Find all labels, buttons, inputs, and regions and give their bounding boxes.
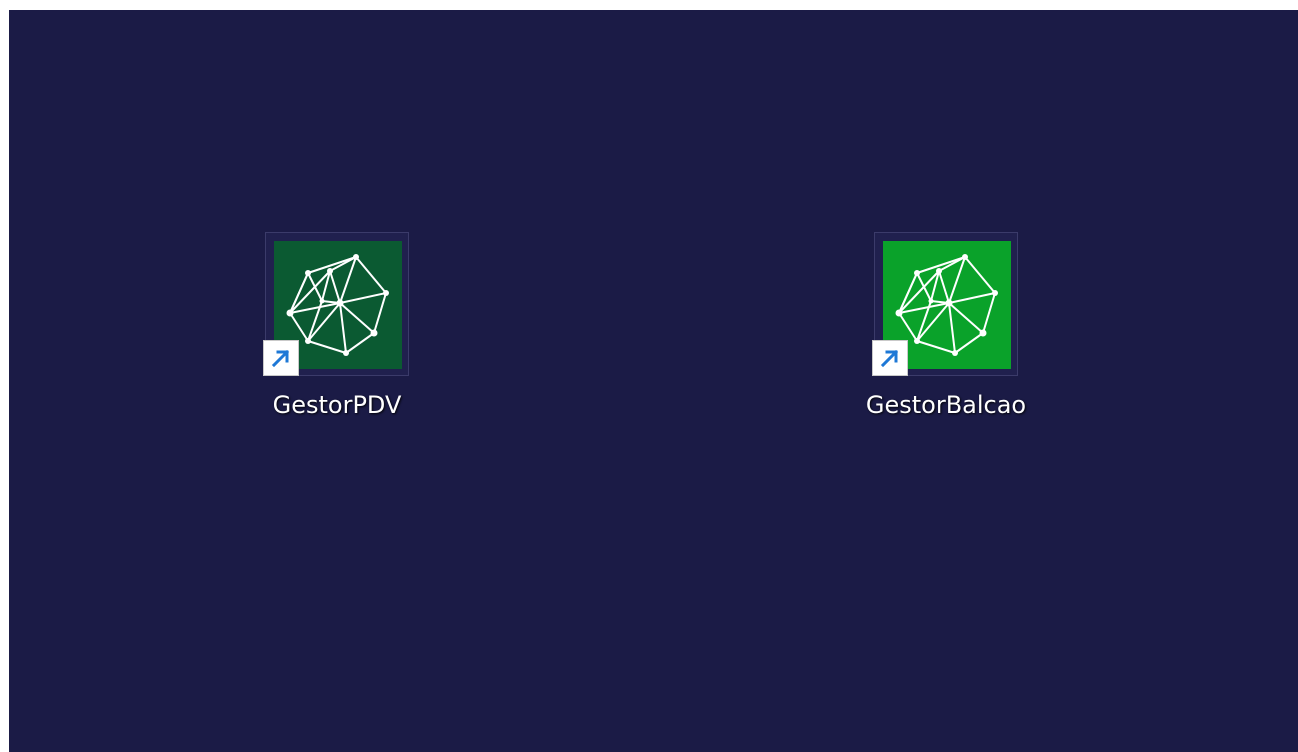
desktop[interactable]: GestorPDV GestorBalcao <box>9 10 1298 752</box>
shortcut-label: GestorPDV <box>272 391 402 419</box>
desktop-shortcut-gestorbalcao[interactable]: GestorBalcao <box>856 232 1036 432</box>
shortcut-label: GestorBalcao <box>865 391 1027 419</box>
desktop-shortcut-gestorpdv[interactable]: GestorPDV <box>247 232 427 432</box>
shortcut-arrow-icon <box>872 340 908 376</box>
shortcut-arrow-icon <box>263 340 299 376</box>
